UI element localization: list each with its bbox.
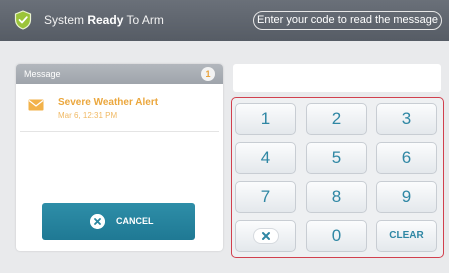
code-prompt: Enter your code to read the message — [253, 11, 442, 30]
key-5[interactable]: 5 — [306, 142, 367, 174]
message-count-badge: 1 — [201, 67, 215, 81]
key-6[interactable]: 6 — [376, 142, 437, 174]
keypad: 1 2 3 4 5 6 7 8 9 0 CLEAR — [231, 97, 444, 258]
code-display — [233, 64, 441, 92]
key-2[interactable]: 2 — [306, 103, 367, 135]
close-circle-icon — [90, 214, 105, 229]
key-3[interactable]: 3 — [376, 103, 437, 135]
message-panel: Message 1 Severe Weather Alert Mar 6, 12… — [16, 64, 223, 251]
clear-button[interactable]: CLEAR — [376, 220, 437, 252]
message-list-item[interactable]: Severe Weather Alert Mar 6, 12:31 PM — [20, 84, 219, 132]
top-status-bar: System Ready To Arm Enter your code to r… — [0, 0, 449, 41]
status-ready: Ready — [87, 13, 124, 27]
key-9[interactable]: 9 — [376, 181, 437, 213]
key-0[interactable]: 0 — [306, 220, 367, 252]
key-1[interactable]: 1 — [235, 103, 296, 135]
envelope-icon — [28, 99, 44, 111]
system-status-text: System Ready To Arm — [44, 13, 164, 27]
key-4[interactable]: 4 — [235, 142, 296, 174]
key-8[interactable]: 8 — [306, 181, 367, 213]
message-title: Severe Weather Alert — [58, 97, 159, 108]
shield-check-icon — [14, 10, 32, 30]
cancel-button[interactable]: CANCEL — [42, 203, 195, 240]
backspace-button[interactable] — [235, 220, 296, 252]
backspace-x-icon — [252, 228, 279, 244]
key-7[interactable]: 7 — [235, 181, 296, 213]
cancel-label: CANCEL — [116, 216, 154, 226]
message-time: Mar 6, 12:31 PM — [58, 111, 118, 120]
message-panel-header: Message 1 — [16, 64, 223, 84]
message-header-label: Message — [24, 69, 61, 79]
